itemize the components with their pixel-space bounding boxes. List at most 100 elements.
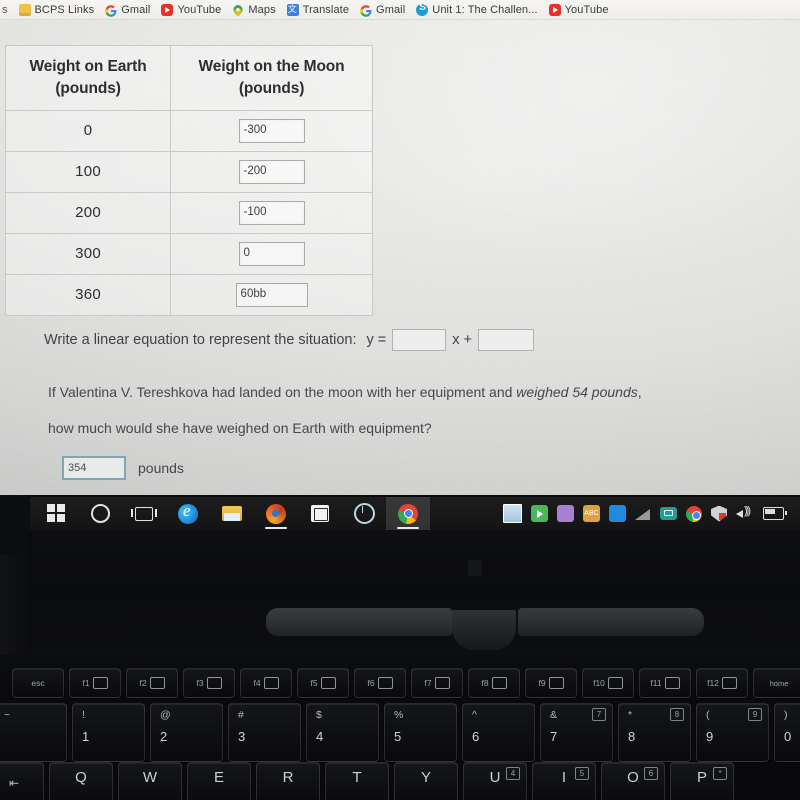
key-glyph-icon [320,677,336,689]
key-f12[interactable]: f12 [696,668,748,698]
moon-weight-input-0[interactable]: -300 [238,118,305,143]
bookmark-item-translate[interactable]: Translate [286,2,349,16]
youtube-icon [548,3,561,16]
chrome-icon[interactable] [686,505,702,522]
key-label: f10 [593,678,605,688]
bookmark-item-gmail-1[interactable]: Gmail [105,4,150,17]
key-label: P [696,769,707,786]
key-i[interactable]: I5 [532,762,596,800]
file-explorer-button[interactable] [210,497,254,530]
google-icon [105,4,117,17]
chrome-button[interactable] [386,497,430,530]
app-icon[interactable] [609,505,626,522]
key-numpad-label: 8 [670,708,684,721]
key-f9[interactable]: f9 [525,668,577,698]
key-label-top: % [394,709,404,721]
key-tab[interactable]: ⇤ [0,762,44,800]
key-f4[interactable]: f4 [240,668,292,698]
key-f10[interactable]: f10 [582,668,634,698]
power-app-button[interactable] [342,497,386,530]
device-icon[interactable] [660,507,677,520]
earth-weight-value: 200 [4,191,172,234]
key-w[interactable]: W [118,762,182,800]
moon-weight-input-4[interactable]: 60bb [235,282,308,307]
bookmark-item-0[interactable]: s [2,4,8,16]
key-label-bottom: 9 [706,729,714,744]
key-q[interactable]: Q [49,762,113,800]
key-glyph-icon [548,677,564,689]
key-numpad-label: * [713,767,727,780]
key-f11[interactable]: f11 [639,668,691,698]
key-u[interactable]: U4 [463,762,527,800]
key-3[interactable]: #3 [228,703,301,762]
key-tilde[interactable]: ~ [0,703,67,762]
key-f3[interactable]: f3 [183,668,235,698]
moon-weight-input-2[interactable]: -100 [238,200,305,225]
bookmark-item-youtube-1[interactable]: YouTube [161,3,221,16]
key-9[interactable]: (9 9 [696,703,769,762]
abc-icon[interactable]: ABC [583,505,600,522]
key-f6[interactable]: f6 [354,668,406,698]
key-5[interactable]: % 5 [384,703,457,762]
hinge-right [518,608,704,636]
key-0[interactable]: )0/ [774,703,800,762]
column-header-moon: Weight on the Moon (pounds) [170,45,373,111]
table-row: 0 -300 [4,109,373,152]
key-f1[interactable]: f1 [69,668,121,698]
equation-slope-input[interactable] [392,329,447,351]
bookmark-label: YouTube [564,3,609,16]
key-label-top: & [550,709,558,721]
key-home[interactable]: home [753,668,800,698]
key-r[interactable]: R [256,762,320,800]
key-8[interactable]: * 8 8 [618,703,691,762]
app-icon[interactable] [557,505,574,522]
key-7[interactable]: & 7 7 [540,703,613,762]
shield-icon[interactable] [711,505,727,522]
key-6[interactable]: ^ 6 [462,703,535,762]
key-p[interactable]: P * [670,762,734,800]
task-view-button[interactable] [122,497,166,530]
answer-input[interactable]: 354 [62,456,126,480]
bookmark-item-maps[interactable]: Maps [232,4,276,16]
bezel-sensor [468,560,482,576]
photo-icon[interactable] [503,504,522,523]
key-t[interactable]: T [325,762,389,800]
play-icon[interactable] [531,505,548,522]
taskbar-pinned-apps [30,497,430,530]
key-esc[interactable]: esc [12,668,64,698]
key-numpad-label: 9 [748,708,762,721]
bookmark-item-youtube-2[interactable]: YouTube [548,3,609,16]
bookmark-item-unit-1[interactable]: Unit 1: The Challen... [416,2,538,16]
equation-intercept-input[interactable] [477,329,534,351]
key-y[interactable]: Y [394,762,458,800]
wifi-icon[interactable] [635,507,651,520]
key-glyph-icon [263,677,279,689]
table-row: 200 -100 [4,191,373,234]
key-2[interactable]: @2 [150,703,223,762]
key-f5[interactable]: f5 [297,668,349,698]
bookmark-item-gmail-2[interactable]: Gmail [360,4,405,17]
key-1[interactable]: ! 1 [72,703,145,762]
key-e[interactable]: E [187,762,251,800]
key-label: f2 [139,678,147,688]
cortana-button[interactable] [78,497,122,530]
key-f7[interactable]: f7 [411,668,463,698]
store-button[interactable] [298,497,342,530]
key-label: I [561,769,567,786]
key-4[interactable]: $4 [306,703,379,762]
key-label-top: ! [82,709,85,721]
key-numpad-label: 5 [575,767,589,780]
moon-weight-input-3[interactable]: 0 [238,241,305,266]
speaker-icon[interactable] [736,505,754,521]
key-o[interactable]: O6 [601,762,665,800]
battery-icon[interactable] [763,507,787,520]
start-button[interactable] [34,497,78,530]
edge-button[interactable] [166,497,210,530]
moon-weight-input-1[interactable]: -200 [238,159,305,184]
key-f2[interactable]: f2 [126,668,178,698]
key-f8[interactable]: f8 [468,668,520,698]
bookmark-item-bcps-links[interactable]: BCPS Links [18,3,95,16]
key-glyph-icon [664,677,680,689]
key-label: f7 [424,678,432,688]
firefox-button[interactable] [254,497,298,530]
